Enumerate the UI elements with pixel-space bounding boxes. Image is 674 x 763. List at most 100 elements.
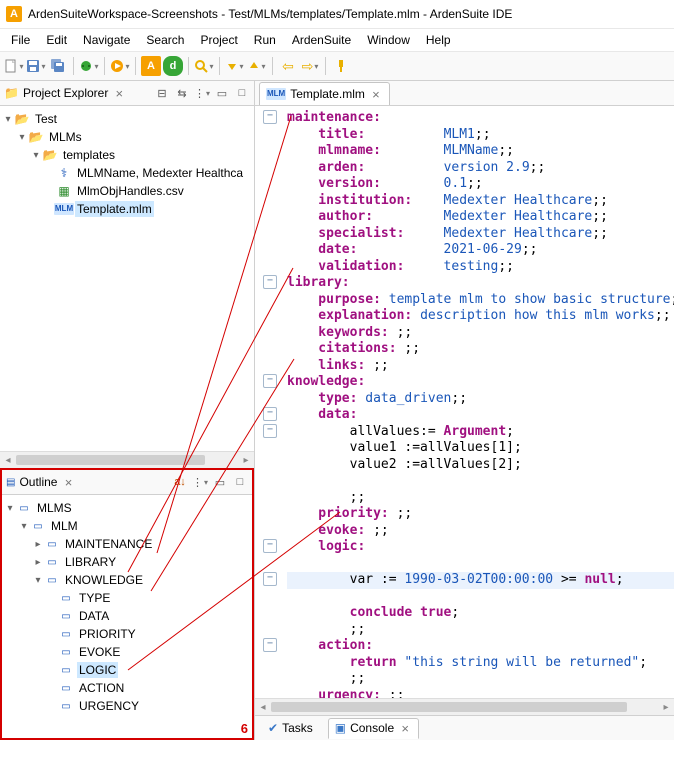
code-line[interactable]: logic: bbox=[287, 539, 674, 556]
search-button[interactable] bbox=[194, 56, 214, 76]
twisty-icon[interactable]: ▾ bbox=[30, 150, 42, 161]
code-line[interactable]: specialist: Medexter Healthcare;; bbox=[287, 226, 674, 243]
code-line[interactable] bbox=[287, 589, 674, 606]
code-line[interactable]: title: MLM1;; bbox=[287, 127, 674, 144]
menu-help[interactable]: Help bbox=[419, 31, 458, 49]
menu-file[interactable]: File bbox=[4, 31, 37, 49]
fold-toggle[interactable]: − bbox=[263, 424, 277, 438]
debug-button[interactable] bbox=[79, 56, 99, 76]
d-button[interactable]: d bbox=[163, 56, 183, 76]
code-line[interactable]: version: 0.1;; bbox=[287, 176, 674, 193]
run-button[interactable] bbox=[110, 56, 130, 76]
editor-tab[interactable]: MLM Template.mlm × bbox=[259, 82, 390, 105]
menu-navigate[interactable]: Navigate bbox=[76, 31, 137, 49]
code-line[interactable]: date: 2021-06-29;; bbox=[287, 242, 674, 259]
outline-node[interactable]: ▸▭MAINTENANCE bbox=[2, 535, 252, 553]
menu-edit[interactable]: Edit bbox=[39, 31, 74, 49]
code-line[interactable]: maintenance: bbox=[287, 110, 674, 127]
outline-node[interactable]: ▭PRIORITY bbox=[2, 625, 252, 643]
code-line[interactable]: validation: testing;; bbox=[287, 259, 674, 276]
minimize-icon[interactable]: ▭ bbox=[212, 474, 228, 490]
twisty-icon[interactable]: ▸ bbox=[32, 557, 44, 568]
close-tab-icon[interactable]: × bbox=[398, 721, 412, 736]
tree-node[interactable]: Test bbox=[33, 111, 59, 127]
scroll-right-icon[interactable]: ▸ bbox=[238, 455, 254, 466]
new-button[interactable] bbox=[4, 56, 24, 76]
menu-run[interactable]: Run bbox=[247, 31, 283, 49]
code-line[interactable]: explanation: description how this mlm wo… bbox=[287, 308, 674, 325]
code-line[interactable]: value2 :=allValues[2]; bbox=[287, 457, 674, 474]
code-line[interactable]: mlmname: MLMName;; bbox=[287, 143, 674, 160]
link-editor-icon[interactable]: ⇆ bbox=[174, 85, 190, 101]
fold-toggle[interactable]: − bbox=[263, 407, 277, 421]
maximize-icon[interactable]: □ bbox=[234, 85, 250, 101]
code-line[interactable]: evoke: ;; bbox=[287, 523, 674, 540]
scroll-left-icon[interactable]: ◂ bbox=[255, 702, 271, 713]
code-line[interactable]: action: bbox=[287, 638, 674, 655]
twisty-icon[interactable]: ▾ bbox=[4, 503, 16, 514]
fold-toggle[interactable]: − bbox=[263, 539, 277, 553]
fold-toggle[interactable]: − bbox=[263, 638, 277, 652]
fold-toggle[interactable]: − bbox=[263, 110, 277, 124]
view-menu-icon[interactable]: ⋮ bbox=[194, 85, 210, 101]
save-button[interactable] bbox=[26, 56, 46, 76]
outline-tree[interactable]: ▾▭MLMS▾▭MLM▸▭MAINTENANCE▸▭LIBRARY▾▭KNOWL… bbox=[2, 495, 252, 738]
outline-node[interactable]: ▾▭MLM bbox=[2, 517, 252, 535]
outline-node[interactable]: ▸▭LIBRARY bbox=[2, 553, 252, 571]
scroll-right-icon[interactable]: ▸ bbox=[658, 702, 674, 713]
menu-project[interactable]: Project bbox=[193, 31, 244, 49]
filter-icon[interactable]: ⋮ bbox=[192, 474, 208, 490]
code-line[interactable] bbox=[287, 473, 674, 490]
twisty-icon[interactable]: ▸ bbox=[32, 539, 44, 550]
code-line[interactable]: links: ;; bbox=[287, 358, 674, 375]
project-tree[interactable]: ▾📂Test ▾📂MLMs ▾📂templates ⚕MLMName, Mede… bbox=[0, 106, 254, 451]
sort-icon[interactable]: a↓ bbox=[172, 474, 188, 490]
editor-horizontal-scrollbar[interactable]: ◂ ▸ bbox=[255, 698, 674, 715]
code-line[interactable]: citations: ;; bbox=[287, 341, 674, 358]
twisty-icon[interactable]: ▾ bbox=[18, 521, 30, 532]
code-line[interactable]: var := 1990-03-02T00:00:00 >= null; bbox=[287, 572, 674, 589]
twisty-icon[interactable]: ▾ bbox=[2, 114, 14, 125]
close-view-icon[interactable]: × bbox=[112, 86, 126, 101]
back-button[interactable]: ⇦ bbox=[278, 56, 298, 76]
code-line[interactable]: allValues:= Argument; bbox=[287, 424, 674, 441]
code-line[interactable]: ;; bbox=[287, 622, 674, 639]
code-line[interactable]: institution: Medexter Healthcare;; bbox=[287, 193, 674, 210]
menu-ardensuite[interactable]: ArdenSuite bbox=[285, 31, 358, 49]
code-line[interactable]: data: bbox=[287, 407, 674, 424]
tree-file[interactable]: ▦MlmObjHandles.csv bbox=[0, 182, 254, 200]
collapse-all-icon[interactable]: ⊟ bbox=[154, 85, 170, 101]
menu-window[interactable]: Window bbox=[360, 31, 417, 49]
tree-file[interactable]: MLMTemplate.mlm bbox=[0, 200, 254, 218]
outline-node[interactable]: ▾▭MLMS bbox=[2, 499, 252, 517]
code-line[interactable]: ;; bbox=[287, 490, 674, 507]
twisty-icon[interactable]: ▾ bbox=[32, 575, 44, 586]
code-line[interactable]: priority: ;; bbox=[287, 506, 674, 523]
close-tab-icon[interactable]: × bbox=[369, 87, 383, 102]
outline-node[interactable]: ▭ACTION bbox=[2, 679, 252, 697]
outline-node[interactable]: ▭TYPE bbox=[2, 589, 252, 607]
fold-toggle[interactable]: − bbox=[263, 275, 277, 289]
code-line[interactable]: knowledge: bbox=[287, 374, 674, 391]
fold-toggle[interactable]: − bbox=[263, 572, 277, 586]
outline-node[interactable]: ▾▭KNOWLEDGE bbox=[2, 571, 252, 589]
tree-node[interactable]: templates bbox=[61, 147, 117, 163]
outline-node[interactable]: ▭URGENCY bbox=[2, 697, 252, 715]
code-editor[interactable]: −−−−−−−−maintenance: title: MLM1;; mlmna… bbox=[255, 106, 674, 698]
code-line[interactable]: return "this string will be returned"; bbox=[287, 655, 674, 672]
a-button[interactable]: A bbox=[141, 56, 161, 76]
menu-search[interactable]: Search bbox=[139, 31, 191, 49]
code-line[interactable] bbox=[287, 556, 674, 573]
tree-file[interactable]: ⚕MLMName, Medexter Healthca bbox=[0, 164, 254, 182]
code-line[interactable]: arden: version 2.9;; bbox=[287, 160, 674, 177]
scroll-left-icon[interactable]: ◂ bbox=[0, 455, 16, 466]
code-line[interactable]: urgency: ;; bbox=[287, 688, 674, 699]
fold-toggle[interactable]: − bbox=[263, 374, 277, 388]
outline-node[interactable]: ▭EVOKE bbox=[2, 643, 252, 661]
minimize-icon[interactable]: ▭ bbox=[214, 85, 230, 101]
outline-node[interactable]: ▭DATA bbox=[2, 607, 252, 625]
code-line[interactable]: library: bbox=[287, 275, 674, 292]
forward-button[interactable]: ⇨ bbox=[300, 56, 320, 76]
save-all-button[interactable] bbox=[48, 56, 68, 76]
tasks-tab[interactable]: ✔Tasks bbox=[261, 718, 320, 738]
